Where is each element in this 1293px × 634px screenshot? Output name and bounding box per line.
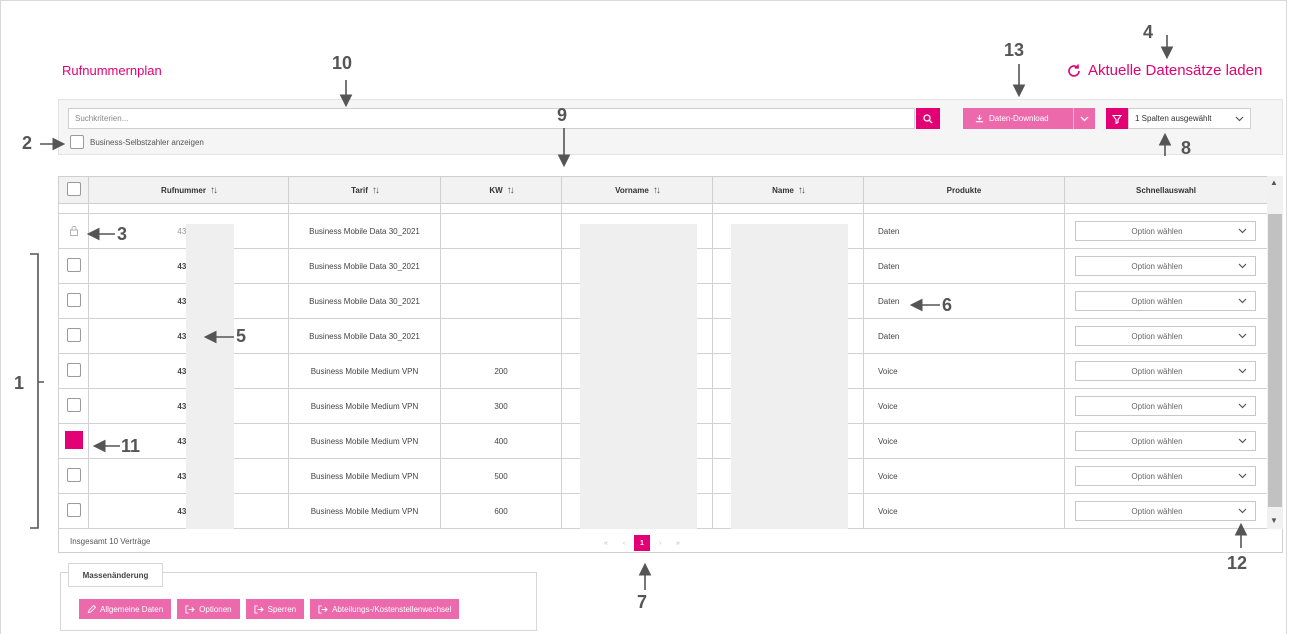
annotation-label-11: 11: [121, 436, 141, 456]
annotation-label-2: 2: [22, 133, 33, 153]
annotation-label-4: 4: [1143, 22, 1154, 42]
annotation-label-12: 12: [1227, 553, 1248, 573]
annotation-label-7: 7: [637, 592, 648, 612]
annotation-label-10: 10: [332, 53, 353, 73]
annotation-label-6: 6: [942, 295, 953, 315]
annotation-bracket-1: [30, 253, 44, 529]
annotation-label-3: 3: [117, 224, 128, 244]
annotation-label-9: 9: [557, 105, 568, 125]
annotation-label-5: 5: [236, 326, 247, 346]
annotation-label-13: 13: [1004, 40, 1025, 60]
annotation-label-1: 1: [14, 373, 25, 393]
annotation-label-8: 8: [1181, 138, 1192, 158]
annotation-overlay: [30, 35, 1248, 590]
